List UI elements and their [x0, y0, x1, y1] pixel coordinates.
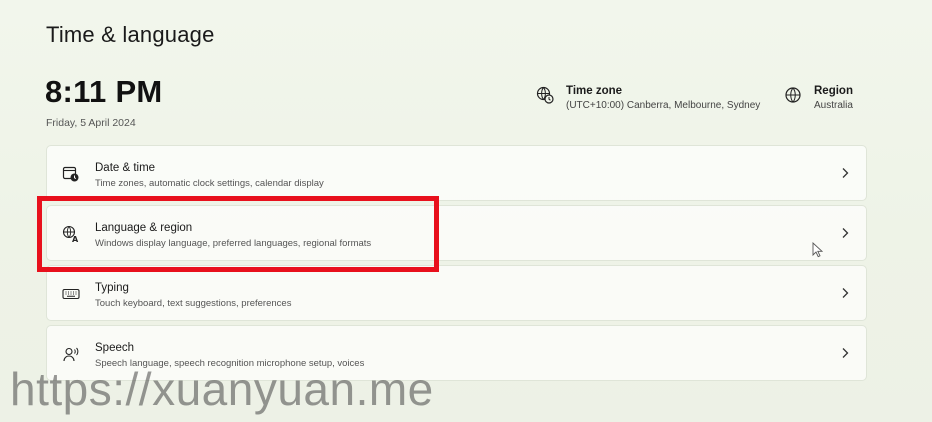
- card-subtitle: Time zones, automatic clock settings, ca…: [95, 178, 324, 189]
- card-language-region[interactable]: A Language & region Windows display lang…: [46, 205, 867, 261]
- card-typing[interactable]: Typing Touch keyboard, text suggestions,…: [46, 265, 867, 321]
- current-date: Friday, 5 April 2024: [46, 117, 136, 129]
- card-title: Language & region: [95, 222, 193, 234]
- language-icon: A: [61, 224, 81, 244]
- chevron-right-icon: [838, 286, 852, 300]
- card-subtitle: Touch keyboard, text suggestions, prefer…: [95, 298, 292, 309]
- chevron-right-icon: [838, 226, 852, 240]
- svg-text:A: A: [72, 235, 79, 243]
- region-info[interactable]: Region Australia: [784, 84, 853, 114]
- card-title: Date & time: [95, 162, 156, 174]
- card-date-time[interactable]: Date & time Time zones, automatic clock …: [46, 145, 867, 201]
- card-title: Speech: [95, 342, 135, 354]
- chevron-right-icon: [838, 166, 852, 180]
- globe-icon: [784, 86, 802, 104]
- card-subtitle: Windows display language, preferred lang…: [95, 238, 372, 249]
- settings-list: Date & time Time zones, automatic clock …: [46, 145, 867, 385]
- region-value: Australia: [814, 100, 853, 111]
- mouse-cursor-icon: [812, 241, 824, 263]
- watermark-text: https://xuanyuan.me: [10, 363, 434, 415]
- speech-icon: [61, 344, 81, 364]
- page-title: Time & language: [46, 22, 215, 47]
- time-zone-info[interactable]: Time zone (UTC+10:00) Canberra, Melbourn…: [536, 84, 760, 114]
- current-time: 8:11 PM: [45, 74, 163, 109]
- chevron-right-icon: [838, 346, 852, 360]
- globe-clock-icon: [536, 86, 554, 104]
- region-label: Region: [814, 85, 853, 97]
- keyboard-icon: [61, 284, 81, 304]
- calendar-clock-icon: [61, 164, 81, 184]
- card-title: Typing: [95, 282, 129, 294]
- time-zone-label: Time zone: [566, 85, 623, 97]
- time-zone-value: (UTC+10:00) Canberra, Melbourne, Sydney: [566, 100, 761, 111]
